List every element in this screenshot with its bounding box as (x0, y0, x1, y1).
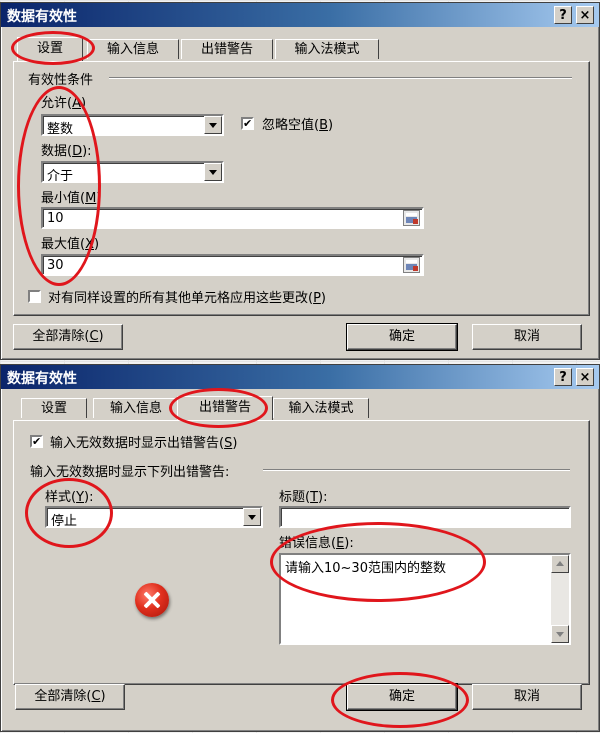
data-validation-dialog-settings: 数据有效性 ? × 设置 输入信息 出错警告 输入法模式 有效性条件 允许(A)… (0, 2, 600, 360)
section-divider (263, 469, 570, 471)
cancel-button[interactable]: 取消 (472, 324, 582, 350)
minimum-value: 10 (47, 211, 64, 226)
scroll-up-icon[interactable] (551, 555, 569, 573)
close-button[interactable]: × (576, 368, 594, 386)
show-error-label: 输入无效数据时显示出错警告(S) (50, 436, 238, 451)
ignore-blank-label: 忽略空值(B) (262, 118, 334, 133)
message-scrollbar[interactable] (551, 555, 569, 643)
maximum-value: 30 (47, 258, 64, 273)
tab-ime-mode[interactable]: 输入法模式 (275, 39, 379, 59)
style-dropdown[interactable]: 停止 (45, 506, 263, 529)
message-label: 错误信息(E): (279, 536, 354, 551)
tab-settings[interactable]: 设置 (17, 37, 83, 61)
title-label: 标题(T): (279, 490, 328, 505)
allow-value: 整数 (47, 122, 74, 137)
help-button[interactable]: ? (554, 368, 572, 386)
range-select-icon[interactable] (403, 257, 420, 273)
clear-all-button[interactable]: 全部清除(C) (15, 684, 125, 710)
tab-error-alert[interactable]: 出错警告 (181, 39, 273, 59)
tab-input-message[interactable]: 输入信息 (87, 39, 179, 59)
data-label: 数据(D): (41, 144, 92, 159)
title-bar: 数据有效性 ? × (1, 3, 599, 27)
alert-title-input[interactable] (279, 506, 571, 528)
chevron-down-icon[interactable] (243, 508, 261, 526)
chevron-down-icon[interactable] (204, 163, 222, 181)
help-button[interactable]: ? (554, 6, 572, 24)
style-value: 停止 (51, 514, 78, 529)
tab-ime-mode[interactable]: 输入法模式 (273, 398, 369, 418)
allow-dropdown[interactable]: 整数 (41, 114, 224, 137)
section-title: 输入无效数据时显示下列出错警告: (30, 465, 230, 480)
tab-error-alert[interactable]: 出错警告 (177, 396, 273, 420)
chevron-down-icon[interactable] (204, 116, 222, 134)
cancel-button[interactable]: 取消 (472, 684, 582, 710)
ignore-blank-checkbox[interactable]: ✔ (241, 117, 254, 130)
data-dropdown[interactable]: 介于 (41, 161, 224, 184)
range-select-icon[interactable] (403, 210, 420, 226)
allow-label: 允许(A) (41, 96, 87, 111)
data-value: 介于 (47, 169, 74, 184)
tab-input-message[interactable]: 输入信息 (93, 398, 179, 418)
group-title: 有效性条件 (28, 73, 94, 88)
show-error-checkbox[interactable]: ✔ (30, 435, 43, 448)
apply-all-label: 对有同样设置的所有其他单元格应用这些更改(P) (48, 291, 326, 306)
title-bar: 数据有效性 ? × (1, 365, 599, 389)
close-button[interactable]: × (576, 6, 594, 24)
stop-error-icon (135, 583, 169, 617)
data-validation-dialog-error-alert: 数据有效性 ? × 设置 输入信息 出错警告 输入法模式 ✔ 输入无效数据时显示… (0, 364, 600, 732)
style-label: 样式(Y): (45, 490, 94, 505)
ok-button[interactable]: 确定 (346, 323, 458, 351)
minimum-label: 最小值(M) (41, 191, 102, 206)
maximum-label: 最大值(X) (41, 237, 100, 252)
minimum-input[interactable]: 10 (41, 207, 424, 229)
error-message-value: 请输入10~30范围内的整数 (285, 561, 446, 576)
apply-all-checkbox[interactable] (28, 290, 41, 303)
maximum-input[interactable]: 30 (41, 254, 424, 276)
dialog-title: 数据有效性 (7, 9, 77, 25)
dialog-title: 数据有效性 (7, 371, 77, 387)
ok-button[interactable]: 确定 (346, 683, 458, 711)
group-divider (109, 77, 572, 79)
tab-settings[interactable]: 设置 (21, 398, 87, 418)
clear-all-button[interactable]: 全部清除(C) (13, 324, 123, 350)
scroll-down-icon[interactable] (551, 625, 569, 643)
error-message-textarea[interactable]: 请输入10~30范围内的整数 (279, 553, 571, 645)
